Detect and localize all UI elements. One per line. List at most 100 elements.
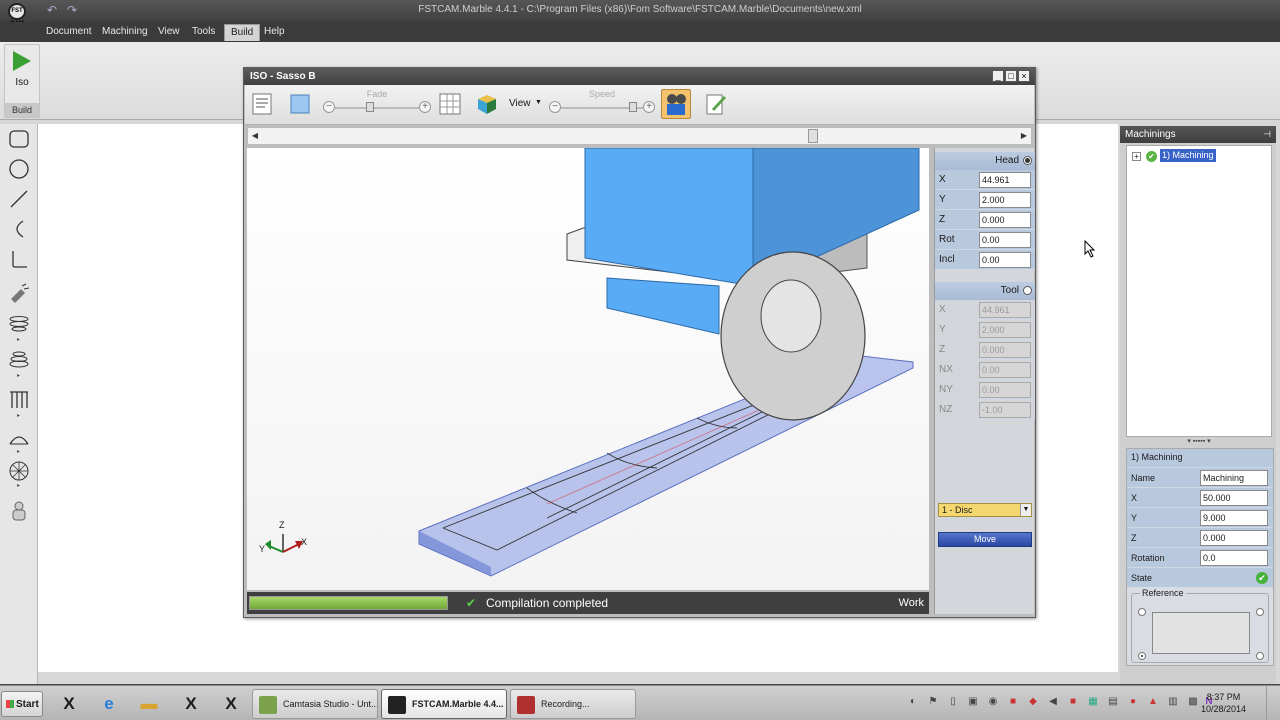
tray-icon-5[interactable]: ◉ bbox=[986, 695, 1000, 709]
iso-3d-viewport[interactable]: Z Y X bbox=[247, 148, 929, 590]
menu-help[interactable]: Help bbox=[258, 24, 291, 41]
tree-item-machining[interactable]: 1) Machining bbox=[1160, 149, 1216, 162]
expand-icon[interactable]: + bbox=[1132, 152, 1141, 161]
pin-icon[interactable]: ⊣ bbox=[1263, 129, 1271, 140]
file-explorer-icon[interactable]: ▬ bbox=[132, 690, 166, 718]
tray-icon-9[interactable]: ■ bbox=[1066, 695, 1080, 709]
report-icon[interactable] bbox=[251, 93, 273, 115]
tray-icon-7[interactable]: ◆ bbox=[1026, 695, 1040, 709]
horizontal-scrollbar[interactable]: ◀ ▶ bbox=[247, 127, 1032, 145]
fade-minus-icon[interactable]: − bbox=[323, 101, 335, 113]
maximize-button[interactable]: □ bbox=[1005, 70, 1017, 82]
ref-radio-top-left[interactable] bbox=[1138, 608, 1146, 616]
panel-splitter[interactable]: ▾ ▪▪▪▪▪ ▾ bbox=[1126, 438, 1272, 446]
chevron-down-icon[interactable]: ▼ bbox=[1020, 504, 1031, 516]
sphere-tool-icon[interactable] bbox=[7, 460, 31, 484]
prop-name-field[interactable]: Machining bbox=[1200, 470, 1268, 486]
head-x-field[interactable]: 44.961 bbox=[979, 172, 1031, 188]
view-dropdown[interactable]: View bbox=[509, 98, 531, 109]
show-desktop-button[interactable] bbox=[1266, 686, 1280, 720]
tray-icon-14[interactable]: ▥ bbox=[1166, 695, 1180, 709]
fade-thumb[interactable] bbox=[366, 102, 374, 112]
corner-tool-icon[interactable] bbox=[7, 248, 31, 272]
menu-build[interactable]: Build bbox=[224, 24, 261, 41]
internet-explorer-icon[interactable]: e bbox=[92, 690, 126, 718]
task-camtasia[interactable]: Camtasia Studio - Unt... bbox=[252, 689, 378, 719]
menu-view[interactable]: View bbox=[152, 24, 186, 41]
fade-plus-icon[interactable]: + bbox=[419, 101, 431, 113]
prop-row-name: Name Machining bbox=[1127, 467, 1273, 487]
minimize-button[interactable]: _ bbox=[992, 70, 1004, 82]
circle-tool-icon[interactable] bbox=[7, 158, 31, 182]
menu-document[interactable]: Document bbox=[40, 24, 98, 41]
rectangle-tool-icon[interactable] bbox=[7, 128, 31, 152]
comb-tool-icon[interactable] bbox=[7, 388, 31, 412]
expand-arrow-icon[interactable]: ▸ bbox=[17, 482, 21, 489]
ref-radio-bottom-right[interactable] bbox=[1256, 652, 1264, 660]
tray-icon-3[interactable]: ▯ bbox=[946, 695, 960, 709]
spotlight-tool-icon[interactable] bbox=[7, 282, 31, 306]
volume-icon[interactable]: ◀ bbox=[1046, 695, 1060, 709]
expand-arrow-icon[interactable]: ▸ bbox=[17, 412, 21, 419]
speed-slider[interactable]: Speed − + bbox=[549, 89, 655, 115]
acrobat-icon[interactable]: ▲ bbox=[1146, 695, 1160, 709]
speed-plus-icon[interactable]: + bbox=[643, 101, 655, 113]
figure-tool-icon[interactable] bbox=[7, 500, 31, 524]
iso-cube-icon[interactable] bbox=[475, 93, 497, 115]
fade-slider[interactable]: Fade − + bbox=[323, 89, 431, 115]
speed-minus-icon[interactable]: − bbox=[549, 101, 561, 113]
arc-tool-icon[interactable] bbox=[7, 218, 31, 242]
tray-icon-4[interactable]: ▣ bbox=[966, 695, 980, 709]
tray-icon-12[interactable]: ● bbox=[1126, 695, 1140, 709]
network-icon[interactable]: ▤ bbox=[1106, 695, 1120, 709]
scroll-thumb[interactable] bbox=[808, 129, 818, 143]
tool-select[interactable]: 1 - Disc ▼ bbox=[938, 503, 1032, 517]
expand-arrow-icon[interactable]: ▸ bbox=[17, 372, 21, 379]
tray-icon-6[interactable]: ■ bbox=[1006, 695, 1020, 709]
head-row-y: Y 2.000 bbox=[935, 190, 1035, 210]
grid-icon[interactable] bbox=[439, 93, 461, 115]
tray-flag-icon[interactable]: ⚑ bbox=[926, 695, 940, 709]
scroll-left-icon[interactable]: ◀ bbox=[249, 130, 261, 142]
head-z-field[interactable]: 0.000 bbox=[979, 212, 1031, 228]
xsi-app-icon-3[interactable]: X bbox=[214, 690, 248, 718]
stack-tool-icon[interactable] bbox=[7, 348, 31, 372]
tray-icon-10[interactable]: ▦ bbox=[1086, 695, 1100, 709]
ref-radio-bottom-left[interactable] bbox=[1138, 652, 1146, 660]
close-button[interactable]: × bbox=[1018, 70, 1030, 82]
xsi-app-icon[interactable]: X bbox=[52, 690, 86, 718]
prop-y-field[interactable]: 9.000 bbox=[1200, 510, 1268, 526]
head-radio[interactable] bbox=[1023, 156, 1032, 165]
move-button[interactable]: Move bbox=[938, 532, 1032, 547]
head-rot-field[interactable]: 0.00 bbox=[979, 232, 1031, 248]
view-chevron-down-icon[interactable]: ▼ bbox=[535, 99, 542, 106]
iso-button-label[interactable]: Iso bbox=[5, 77, 39, 88]
prop-y-label: Y bbox=[1131, 513, 1138, 523]
simulation-icon[interactable] bbox=[661, 89, 691, 119]
head-incl-field[interactable]: 0.00 bbox=[979, 252, 1031, 268]
ref-radio-top-right[interactable] bbox=[1256, 608, 1264, 616]
prop-x-field[interactable]: 50.000 bbox=[1200, 490, 1268, 506]
expand-arrow-icon[interactable]: ▸ bbox=[17, 336, 21, 343]
start-button[interactable]: Start bbox=[1, 691, 43, 717]
plane-view-icon[interactable] bbox=[289, 93, 311, 115]
task-fstcam[interactable]: FSTCAM.Marble 4.4... bbox=[381, 689, 507, 719]
line-tool-icon[interactable] bbox=[7, 188, 31, 212]
clock[interactable]: 8:37 PM 10/28/2014 bbox=[1201, 691, 1246, 715]
tool-radio[interactable] bbox=[1023, 286, 1032, 295]
prop-z-field[interactable]: 0.000 bbox=[1200, 530, 1268, 546]
task-recording[interactable]: Recording... bbox=[510, 689, 636, 719]
prop-rotation-field[interactable]: 0.0 bbox=[1200, 550, 1268, 566]
edit-note-icon[interactable] bbox=[705, 93, 727, 115]
head-y-field[interactable]: 2.000 bbox=[979, 192, 1031, 208]
tray-icon-15[interactable]: ▩ bbox=[1186, 695, 1200, 709]
speed-thumb[interactable] bbox=[629, 102, 637, 112]
menu-tools[interactable]: Tools bbox=[186, 24, 221, 41]
scroll-right-icon[interactable]: ▶ bbox=[1018, 130, 1030, 142]
iso-play-icon[interactable] bbox=[13, 51, 31, 71]
tray-icon-1[interactable]: ◐ bbox=[906, 695, 920, 709]
menu-machining[interactable]: Machining bbox=[96, 24, 154, 41]
spiral-tool-icon[interactable] bbox=[7, 314, 31, 338]
expand-arrow-icon[interactable]: ▸ bbox=[17, 448, 21, 455]
xsi-app-icon-2[interactable]: X bbox=[174, 690, 208, 718]
